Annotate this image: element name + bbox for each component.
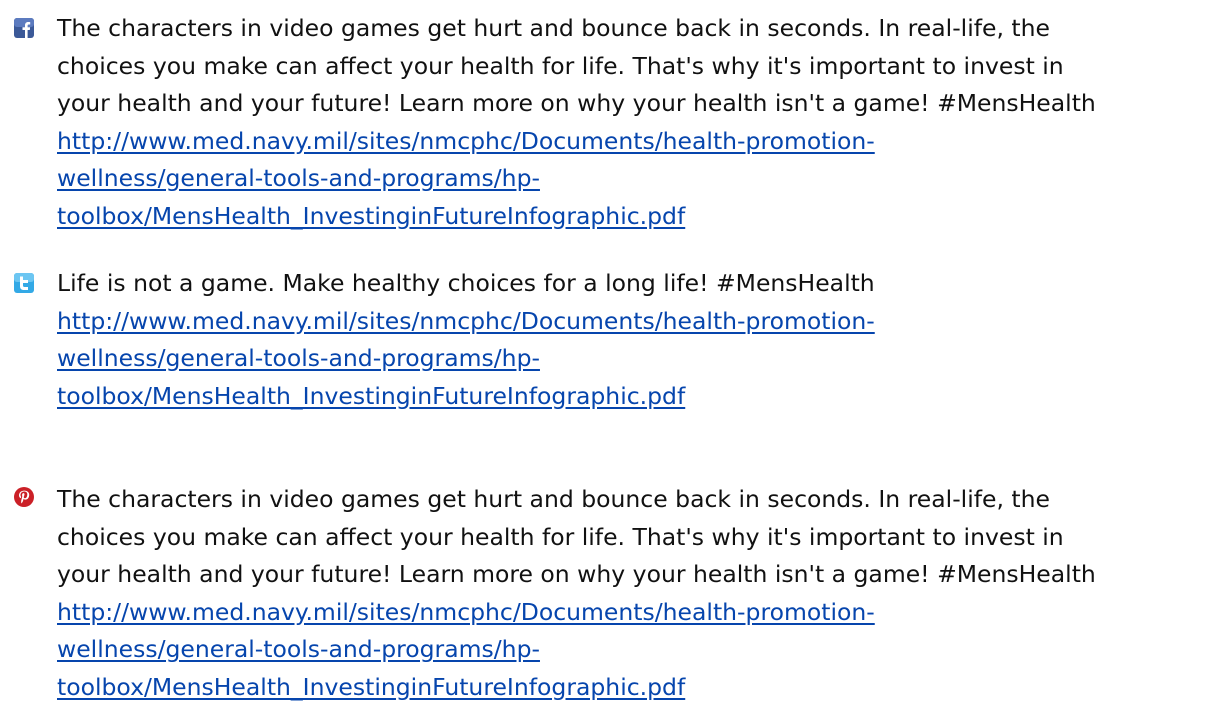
infographic-link[interactable]: wellness/general-tools-and-programs/hp-: [57, 635, 540, 663]
twitter-icon: [14, 273, 34, 293]
infographic-link[interactable]: toolbox/MensHealth_InvestinginFutureInfo…: [57, 202, 685, 230]
post-text-line: choices you make can affect your health …: [57, 522, 1064, 551]
facebook-icon: [14, 18, 34, 38]
pinterest-icon: [14, 487, 34, 507]
infographic-link[interactable]: http://www.med.navy.mil/sites/nmcphc/Doc…: [57, 307, 875, 335]
post-text-line: The characters in video games get hurt a…: [57, 485, 1050, 513]
facebook-post: The characters in video games get hurt a…: [14, 10, 1194, 235]
twitter-post-content: Life is not a game. Make healthy choices…: [57, 265, 1194, 415]
infographic-link[interactable]: toolbox/MensHealth_InvestinginFutureInfo…: [57, 673, 685, 701]
pinterest-post-content: The characters in video games get hurt a…: [57, 481, 1194, 706]
infographic-link[interactable]: toolbox/MensHealth_InvestinginFutureInfo…: [57, 382, 685, 410]
post-text-line: choices you make can affect your health …: [57, 51, 1064, 80]
infographic-link[interactable]: http://www.med.navy.mil/sites/nmcphc/Doc…: [57, 598, 875, 626]
infographic-link[interactable]: wellness/general-tools-and-programs/hp-: [57, 164, 540, 192]
social-media-messages-document: The characters in video games get hurt a…: [0, 0, 1208, 717]
post-text-line: your health and your future! Learn more …: [57, 89, 1096, 117]
twitter-post: Life is not a game. Make healthy choices…: [14, 265, 1194, 415]
infographic-link[interactable]: http://www.med.navy.mil/sites/nmcphc/Doc…: [57, 127, 875, 155]
infographic-link[interactable]: wellness/general-tools-and-programs/hp-: [57, 344, 540, 372]
post-text-line: your health and your future! Learn more …: [57, 560, 1096, 588]
post-text-line: The characters in video games get hurt a…: [57, 14, 1050, 42]
facebook-post-content: The characters in video games get hurt a…: [57, 10, 1194, 235]
post-text-line: Life is not a game. Make healthy choices…: [57, 269, 875, 297]
pinterest-post: The characters in video games get hurt a…: [14, 481, 1194, 706]
